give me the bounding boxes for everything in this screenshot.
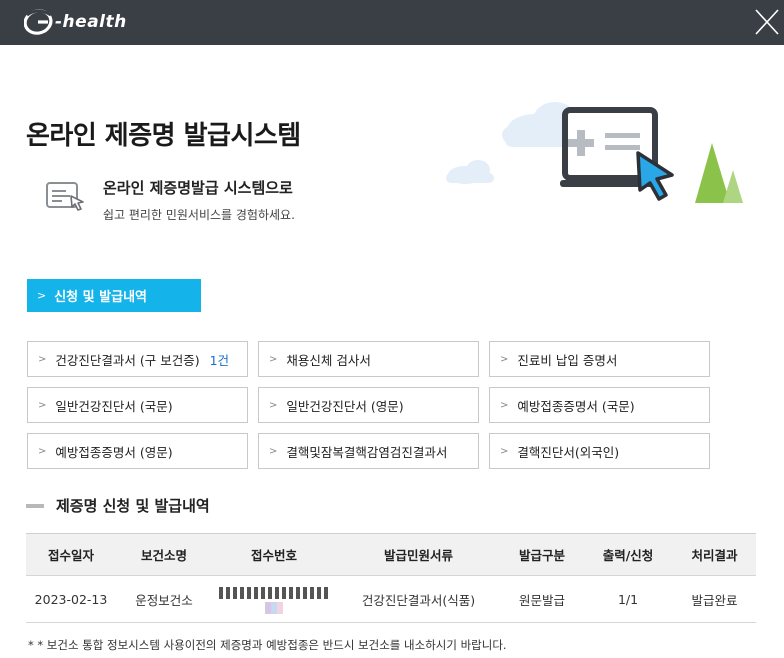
cert-label: 일반건강진단서 (국문) — [55, 398, 173, 414]
section-title: 제증명 신청 및 발급내역 — [56, 497, 210, 515]
col-header-date: 접수일자 — [26, 533, 116, 576]
cell-print-apply: 1/1 — [583, 575, 673, 623]
col-header-type: 발급구분 — [501, 533, 583, 576]
tab-label: 신청 및 발급내역 — [54, 290, 147, 305]
cert-button-general-diagnosis-kr[interactable]: > 일반건강진단서 (국문) — [27, 387, 248, 423]
cert-label: 결핵및잠복결핵감염검진결과서 — [286, 444, 448, 460]
g-logo-icon — [23, 9, 54, 35]
cert-button-tuberculosis-screening[interactable]: > 결핵및잠복결핵감염검진결과서 — [258, 433, 479, 469]
tab-application-history[interactable]: > 신청 및 발급내역 — [27, 279, 201, 312]
cell-date: 2023-02-13 — [26, 575, 116, 623]
cert-button-medical-payment[interactable]: > 진료비 납입 증명서 — [489, 341, 710, 377]
close-icon — [755, 9, 779, 35]
col-header-receipt-no: 접수번호 — [212, 533, 336, 576]
logo-text: -health — [55, 12, 127, 32]
cert-button-general-diagnosis-en[interactable]: > 일반건강진단서 (영문) — [258, 387, 479, 423]
cert-label: 예방접종증명서 (영문) — [55, 444, 173, 460]
cert-button-tuberculosis-foreigner[interactable]: > 결핵진단서(외국인) — [489, 433, 710, 469]
cert-label: 결핵진단서(외국인) — [517, 444, 620, 460]
cert-button-vaccination-kr[interactable]: > 예방접종증명서 (국문) — [489, 387, 710, 423]
col-header-document: 발급민원서류 — [336, 533, 501, 576]
chevron-right-icon: > — [269, 445, 278, 457]
cell-result: 발급완료 — [673, 575, 756, 623]
chevron-right-icon: > — [37, 289, 47, 302]
cell-document[interactable]: 건강진단결과서(식품) — [336, 575, 501, 623]
cert-label: 예방접종증명서 (국문) — [517, 398, 635, 414]
chevron-right-icon: > — [38, 353, 47, 365]
cell-receipt-no — [212, 575, 336, 623]
col-header-center: 보건소명 — [116, 533, 212, 576]
history-table: 접수일자 보건소명 접수번호 발급민원서류 발급구분 출력/신청 처리결과 20… — [26, 533, 756, 623]
cert-label: 일반건강진단서 (영문) — [286, 398, 404, 414]
footnote: * * 보건소 통합 정보시스템 사용이전의 제증명과 예방접종은 반드시 보건… — [28, 638, 507, 652]
cell-type: 원문발급 — [501, 575, 583, 623]
tree-icon — [695, 143, 743, 203]
cert-button-vaccination-en[interactable]: > 예방접종증명서 (영문) — [27, 433, 248, 469]
chevron-right-icon: > — [38, 399, 47, 411]
cert-label: 진료비 납입 증명서 — [517, 352, 618, 368]
cert-button-health-check[interactable]: > 건강진단결과서 (구 보건증) 1건 — [27, 341, 248, 377]
cell-center: 운정보건소 — [116, 575, 212, 623]
table-row[interactable]: 2023-02-13 운정보건소 건강진단결과서(식품) 원문발급 1/1 발급… — [26, 575, 756, 623]
intro-subtitle: 쉽고 편리한 민원서비스를 경험하세요. — [103, 208, 295, 222]
app-header: -health — [0, 0, 784, 45]
g-health-logo[interactable]: -health — [23, 8, 127, 36]
col-header-result: 처리결과 — [673, 533, 756, 576]
cert-label: 채용신체 검사서 — [286, 352, 371, 368]
page-title: 온라인 제증명 발급시스템 — [26, 121, 301, 151]
chevron-right-icon: > — [500, 353, 509, 365]
col-header-print-apply: 출력/신청 — [583, 533, 673, 576]
table-header-row: 접수일자 보건소명 접수번호 발급민원서류 발급구분 출력/신청 처리결과 — [26, 533, 756, 576]
cert-count-badge: 1건 — [209, 352, 230, 368]
redacted-receipt-number — [219, 586, 329, 599]
cert-button-employment-exam[interactable]: > 채용신체 검사서 — [258, 341, 479, 377]
close-button[interactable] — [750, 4, 784, 40]
chevron-right-icon: > — [500, 399, 509, 411]
document-cursor-icon — [45, 180, 87, 212]
chevron-right-icon: > — [38, 445, 47, 457]
chevron-right-icon: > — [269, 399, 278, 411]
redacted-receipt-tail — [265, 601, 283, 614]
hero-illustration — [440, 75, 760, 225]
intro-title: 온라인 제증명발급 시스템으로 — [103, 179, 293, 197]
chevron-right-icon: > — [269, 353, 278, 365]
chevron-right-icon: > — [500, 445, 509, 457]
section-marker — [26, 504, 44, 508]
cert-label: 건강진단결과서 (구 보건증) — [55, 352, 200, 368]
